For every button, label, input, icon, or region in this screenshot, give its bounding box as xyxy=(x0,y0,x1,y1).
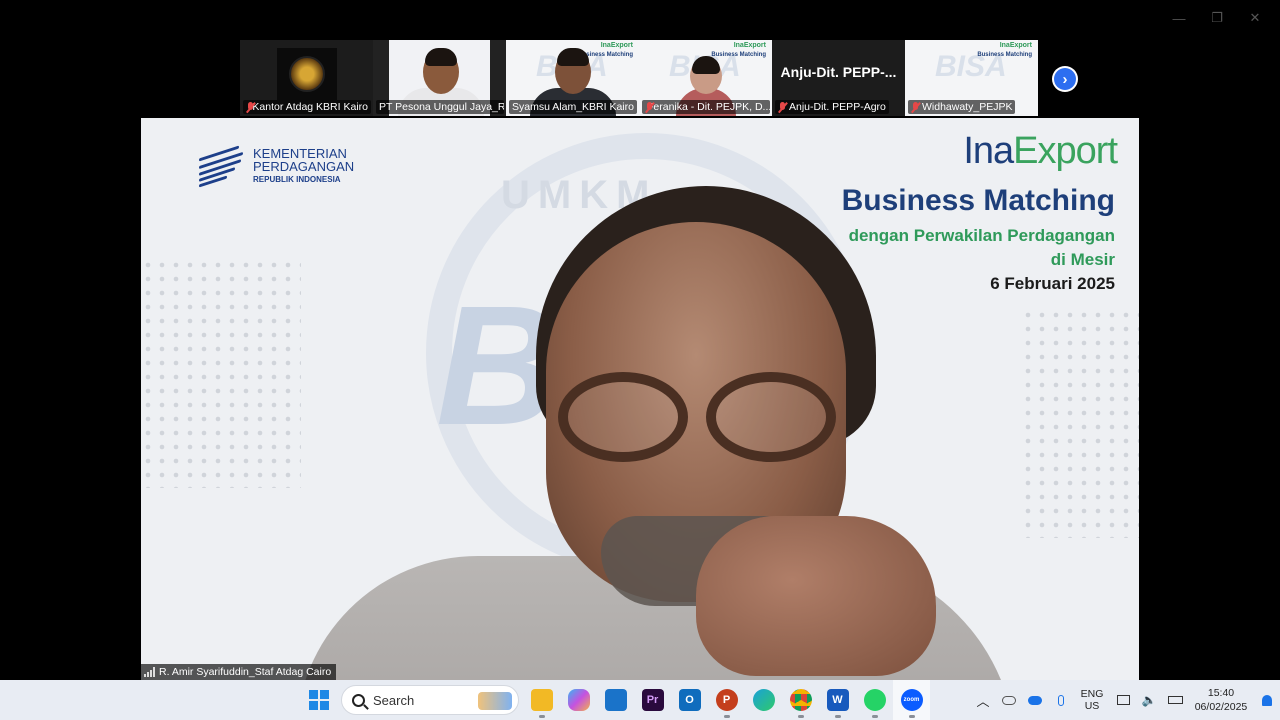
participant-name: Syamsu Alam_KBRI Kairo xyxy=(512,101,634,113)
language-indicator[interactable]: ENG US xyxy=(1074,680,1110,720)
participant-name: PT Pesona Unggul Jaya_Ri... xyxy=(379,101,504,113)
participant-name: Widhawaty_PEJPK xyxy=(922,101,1013,113)
ministry-logo: KEMENTERIAN PERDAGANGAN REPUBLIK INDONES… xyxy=(199,144,354,188)
clock[interactable]: 15:40 06/02/2025 xyxy=(1188,680,1254,720)
next-page-button[interactable]: › xyxy=(1052,66,1078,92)
decorative-dots xyxy=(1021,308,1139,538)
battery-icon xyxy=(1167,696,1183,704)
powerpoint-icon: P xyxy=(715,689,738,711)
start-button[interactable] xyxy=(300,680,337,720)
keyboard-region: US xyxy=(1084,700,1100,712)
chevron-up-icon: ︿ xyxy=(976,693,990,709)
folder-icon xyxy=(530,689,553,711)
microphone-icon xyxy=(1058,694,1064,706)
decorative-dots xyxy=(141,258,301,488)
ministry-name-line3: REPUBLIK INDONESIA xyxy=(253,174,341,184)
restore-button[interactable]: ❐ xyxy=(1198,6,1236,30)
word-button[interactable]: W xyxy=(819,680,856,720)
signal-strength-icon xyxy=(144,667,155,677)
chrome-icon xyxy=(789,689,812,711)
participant-name: Anju-Dit. PEPP-Agro xyxy=(789,101,886,113)
file-explorer-button[interactable] xyxy=(523,680,560,720)
taskbar-apps: Search Pr O P W zoom xyxy=(300,680,930,720)
mic-muted-icon xyxy=(246,101,254,113)
windows-taskbar: Search Pr O P W zoom ︿ ENG US � xyxy=(0,680,1280,720)
copilot-button[interactable] xyxy=(560,680,597,720)
participant-strip: Kantor Atdag KBRI Kairo PT Pesona Unggul… xyxy=(240,40,1038,116)
whatsapp-icon xyxy=(863,689,886,711)
participant-tile[interactable]: Kantor Atdag KBRI Kairo xyxy=(240,40,373,116)
taskbar-search[interactable]: Search xyxy=(341,685,519,715)
zoom-meeting-window: — ❐ ✕ Kantor Atdag KBRI Kairo PT Pesona … xyxy=(0,0,1280,720)
cloud-icon xyxy=(1028,695,1042,705)
ministry-name-line2: PERDAGANGAN xyxy=(253,158,355,174)
zoom-icon: zoom xyxy=(900,689,923,711)
onedrive-business-button[interactable] xyxy=(1022,680,1048,720)
ministry-logo-icon xyxy=(199,144,245,188)
powerpoint-button[interactable]: P xyxy=(708,680,745,720)
cloud-outline-icon xyxy=(1002,695,1016,705)
whatsapp-button[interactable] xyxy=(856,680,893,720)
word-icon: W xyxy=(826,689,849,711)
premiere-button[interactable]: Pr xyxy=(634,680,671,720)
clock-time: 15:40 xyxy=(1207,687,1235,699)
clock-date: 06/02/2025 xyxy=(1194,701,1248,713)
mic-muted-icon xyxy=(778,101,787,113)
speaker-name: R. Amir Syarifuddin_Staf Atdag Cairo xyxy=(159,666,332,678)
edge-button[interactable] xyxy=(745,680,782,720)
store-button[interactable] xyxy=(597,680,634,720)
battery-button[interactable] xyxy=(1162,680,1188,720)
search-icon xyxy=(352,693,365,707)
participant-tile[interactable]: BISA InaExport Business Matching Widhawaty… xyxy=(905,40,1038,116)
speaker-figure xyxy=(296,186,1016,680)
participant-name: Feranika - Dit. PEJPK, D... xyxy=(647,101,770,113)
ministry-name-line1: KEMENTERIAN xyxy=(253,145,347,161)
zoom-button[interactable]: zoom xyxy=(893,680,930,720)
main-speaker-video[interactable]: UMKM BISA KEMENTERIAN PERDAGANGAN REPUBL… xyxy=(141,118,1139,680)
participant-tile-active-speaker[interactable]: PT Pesona Unggul Jaya_Ri... xyxy=(373,40,506,116)
premiere-icon: Pr xyxy=(641,689,664,711)
edge-icon xyxy=(752,689,775,711)
participant-display-name: Anju-Dit. PEPP-... xyxy=(780,64,897,80)
participant-tile[interactable]: BISAInaExportBusiness Matching Syamsu Al… xyxy=(506,40,639,116)
garuda-emblem-icon xyxy=(277,48,337,100)
store-icon xyxy=(604,689,627,711)
minimize-button[interactable]: — xyxy=(1160,6,1198,30)
microphone-button[interactable] xyxy=(1048,680,1074,720)
mic-muted-icon xyxy=(911,101,920,113)
show-hidden-icons-button[interactable]: ︿ xyxy=(970,680,996,720)
outlook-icon: O xyxy=(678,689,701,711)
inaexport-logo: InaExport xyxy=(963,130,1118,172)
volume-button[interactable]: 🔈 xyxy=(1136,680,1162,720)
outlook-button[interactable]: O xyxy=(671,680,708,720)
chevron-right-icon: › xyxy=(1054,68,1076,90)
chrome-button[interactable] xyxy=(782,680,819,720)
system-tray: ︿ ENG US 🔈 15:40 06/02/2025 xyxy=(970,680,1280,720)
window-controls: — ❐ ✕ xyxy=(1160,6,1274,30)
search-placeholder: Search xyxy=(373,692,415,708)
copilot-icon xyxy=(567,689,590,711)
participant-name: Kantor Atdag KBRI Kairo xyxy=(252,101,368,113)
speaker-icon: 🔈 xyxy=(1141,693,1157,707)
close-button[interactable]: ✕ xyxy=(1236,6,1274,30)
participant-tile[interactable]: BISAInaExportBusiness Matching Feranika … xyxy=(639,40,772,116)
participant-tile[interactable]: Anju-Dit. PEPP-... Anju-Dit. PEPP-Agro xyxy=(772,40,905,116)
bell-icon xyxy=(1262,694,1272,706)
slide-subtitle-location: di Mesir xyxy=(1050,250,1115,269)
onedrive-personal-button[interactable] xyxy=(996,680,1022,720)
notifications-button[interactable] xyxy=(1254,680,1280,720)
network-button[interactable] xyxy=(1110,680,1136,720)
windows-icon xyxy=(308,690,329,710)
language-code: ENG xyxy=(1080,688,1104,700)
search-highlight-icon xyxy=(478,692,512,710)
network-icon xyxy=(1116,695,1130,705)
main-speaker-label: R. Amir Syarifuddin_Staf Atdag Cairo xyxy=(141,664,337,680)
